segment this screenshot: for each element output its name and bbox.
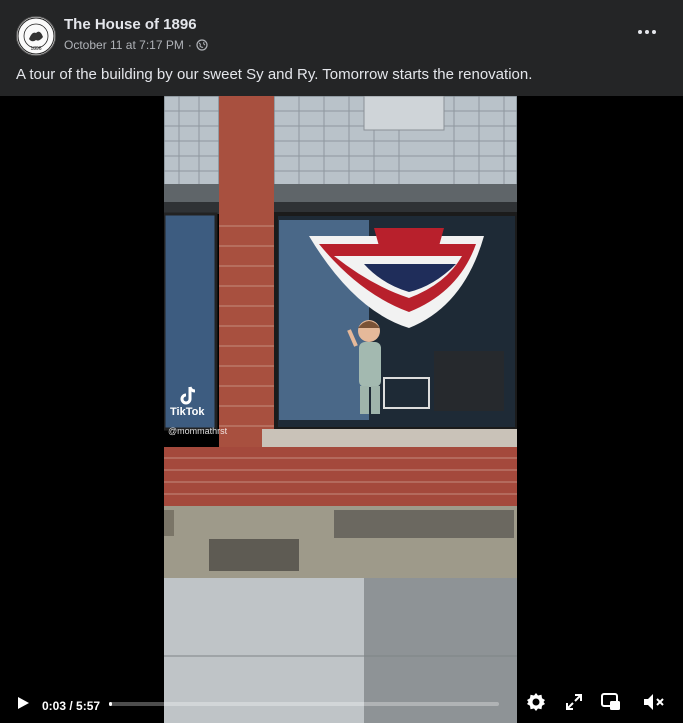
facebook-post: 1896 The House of 1896 October 11 at 7:1… (0, 0, 683, 723)
settings-button[interactable] (525, 691, 547, 713)
gear-icon (527, 693, 545, 711)
post-header: 1896 The House of 1896 October 11 at 7:1… (0, 0, 683, 62)
video-player[interactable]: TikTok @mommathrst 0:03 / 5:57 (0, 96, 683, 723)
mute-button[interactable] (641, 691, 667, 713)
more-options-icon (638, 30, 642, 34)
video-frame (164, 96, 517, 723)
video-time: 0:03 / 5:57 (42, 699, 101, 713)
meta-separator: · (187, 38, 192, 52)
post-timestamp[interactable]: October 11 at 7:17 PM (64, 38, 184, 52)
page-avatar[interactable]: 1896 (16, 16, 56, 56)
video-still (164, 96, 517, 723)
tiktok-handle: @mommathrst (168, 426, 228, 436)
picture-in-picture-icon (601, 693, 620, 710)
globe-icon (196, 39, 208, 51)
fullscreen-button[interactable] (563, 691, 585, 713)
volume-muted-icon (644, 694, 664, 710)
play-icon (18, 697, 29, 709)
more-options-button[interactable] (633, 22, 661, 42)
expand-icon (566, 694, 582, 710)
progress-bar[interactable] (109, 702, 499, 706)
avatar-logo: 1896 (17, 17, 55, 55)
tiktok-icon (180, 386, 196, 405)
pip-button[interactable] (599, 691, 623, 713)
post-meta: October 11 at 7:17 PM · (64, 38, 208, 52)
page-name[interactable]: The House of 1896 (64, 16, 197, 33)
tiktok-label: TikTok (170, 406, 205, 418)
progress-fill (109, 702, 113, 706)
tiktok-watermark: TikTok (170, 384, 204, 418)
avatar-year: 1896 (30, 46, 41, 52)
play-button[interactable] (12, 692, 34, 714)
post-caption: A tour of the building by our sweet Sy a… (16, 66, 533, 83)
